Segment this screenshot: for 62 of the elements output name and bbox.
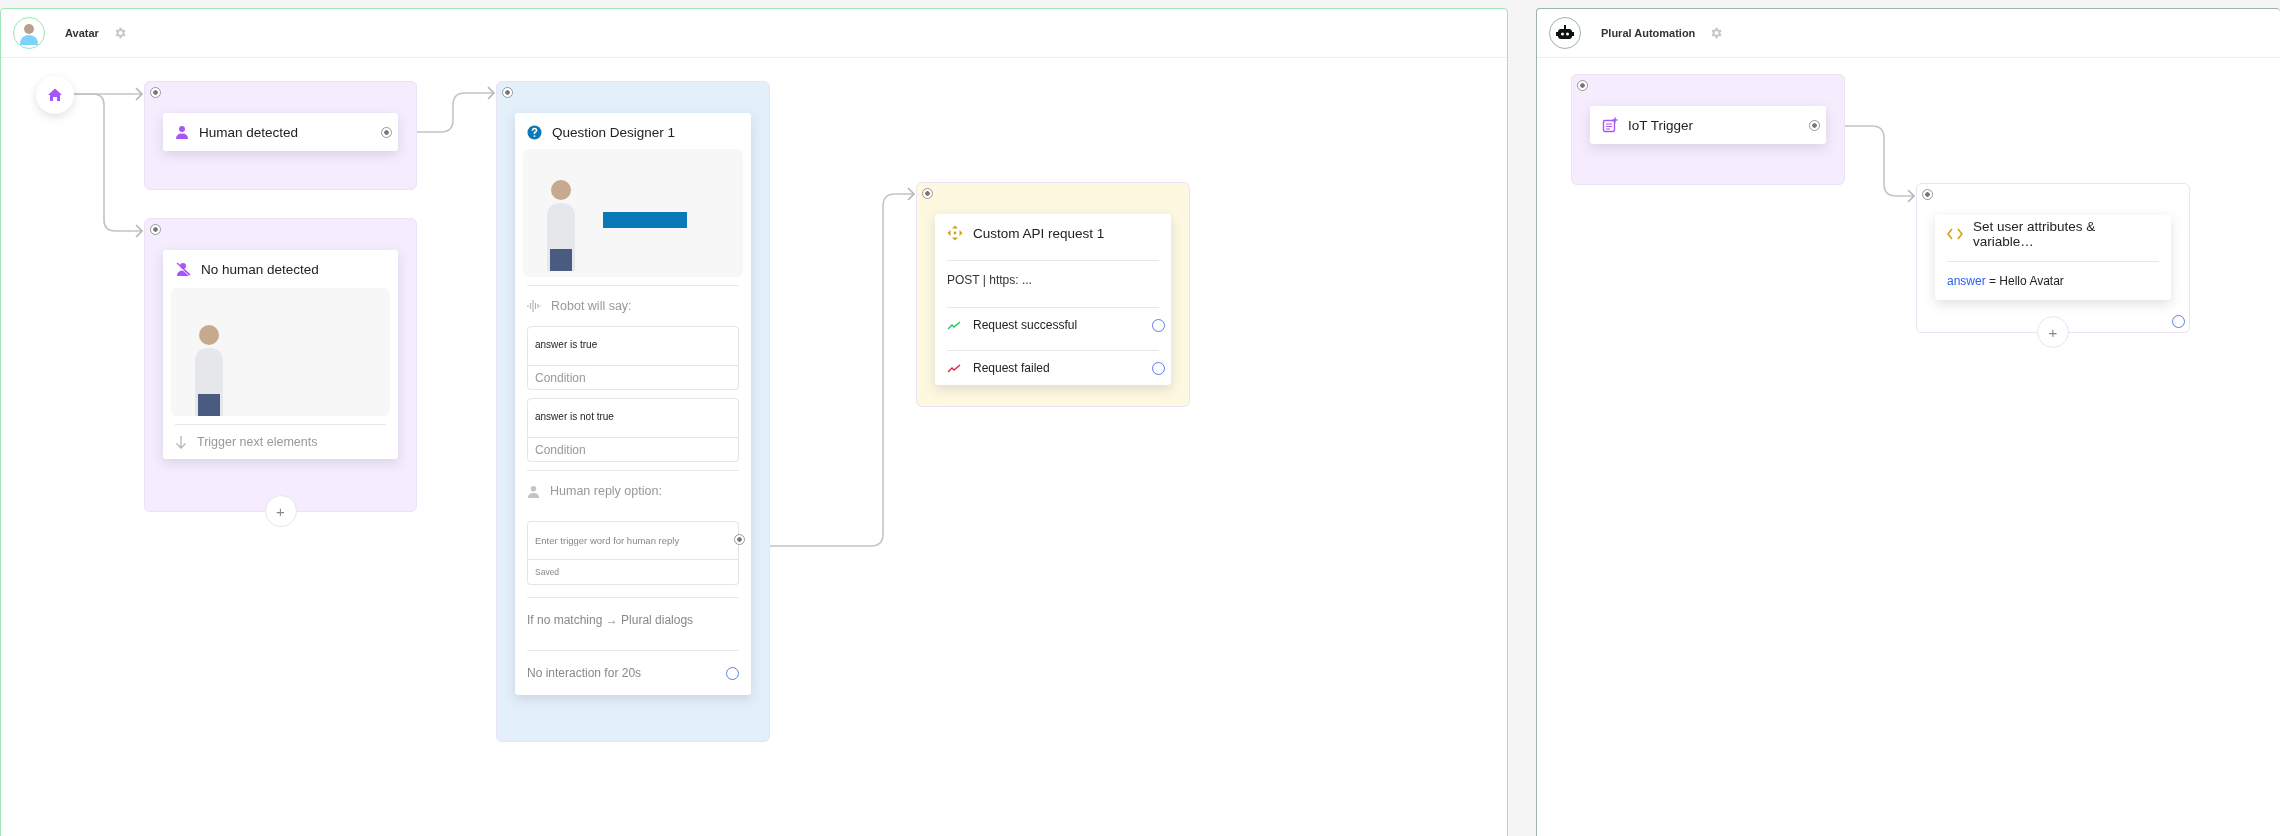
section-label: Robot will say: <box>551 299 632 313</box>
person-icon <box>527 484 540 498</box>
node-card[interactable] <box>515 113 751 695</box>
node-card[interactable]: IoT Trigger <box>1590 106 1826 144</box>
input-port-icon[interactable] <box>1922 189 1933 200</box>
node-title: No human detected <box>201 261 319 277</box>
output-port-icon[interactable] <box>1809 119 1820 131</box>
output-port-icon[interactable] <box>734 534 745 545</box>
start-button[interactable] <box>36 76 74 114</box>
timeout-text: No interaction for 20s <box>527 665 642 682</box>
fallback-text: If no matching → Plural dialogs <box>527 612 695 629</box>
input-port-icon[interactable] <box>150 224 161 235</box>
request-text: POST | https: ... <box>947 272 1033 289</box>
outcome-label: Request successful <box>973 318 1078 332</box>
save-status: Saved <box>527 560 739 585</box>
input-port-icon[interactable] <box>150 87 161 98</box>
node-card[interactable]: Set user attributes & variable… answer = Hello Avatar <box>1935 215 2171 300</box>
output-port-icon[interactable] <box>1152 318 1165 332</box>
arrow-head-icon <box>135 87 144 101</box>
person-off-icon <box>175 261 191 277</box>
output-port-icon[interactable] <box>726 666 739 680</box>
input-port-icon[interactable] <box>922 188 933 199</box>
arrow-head-icon <box>135 224 144 238</box>
node-title: Set user attributes & variable… <box>1972 219 2097 249</box>
help-icon <box>527 124 542 140</box>
condition-field[interactable]: Condition <box>527 438 739 462</box>
person-icon <box>175 125 189 139</box>
output-port-icon[interactable] <box>381 126 392 138</box>
outcome-label: Request failed <box>973 361 1050 375</box>
arrow-head-icon <box>1907 189 1916 203</box>
node-title: Question Designer 1 <box>552 124 676 140</box>
arrow-head-icon <box>907 187 916 201</box>
add-button[interactable]: + <box>264 495 297 527</box>
arrow-down-icon <box>175 435 187 449</box>
node-title: Custom API request 1 <box>973 225 1105 241</box>
trigger-word-field[interactable]: Enter trigger word for human reply <box>527 521 739 560</box>
arrow-head-icon <box>487 86 496 100</box>
node-title: Human detected <box>199 124 299 140</box>
robot-icon <box>1549 17 1581 49</box>
panel-title: Plural Automation <box>1601 27 1696 39</box>
node-title: IoT Trigger <box>1628 117 1694 133</box>
message-text: answer is true <box>527 326 739 366</box>
node-card[interactable]: Custom API request 1 POST | https: ... Request successful Request failed <box>935 214 1171 385</box>
add-button[interactable]: + <box>2037 316 2069 348</box>
panel-title: Avatar <box>65 27 99 39</box>
message-text: answer is not true <box>527 398 739 438</box>
home-icon <box>47 87 63 103</box>
output-port-icon[interactable] <box>2172 315 2185 328</box>
list-add-icon <box>1602 117 1618 133</box>
output-port-icon[interactable] <box>1152 361 1165 375</box>
code-icon <box>1947 228 1963 240</box>
node-card[interactable]: Human detected <box>163 113 398 151</box>
sound-wave-icon <box>527 299 541 313</box>
section-label: Human reply option: <box>550 484 662 498</box>
input-port-icon[interactable] <box>502 87 513 98</box>
node-card[interactable]: No human detected Trigger next elements <box>163 250 398 459</box>
input-port-icon[interactable] <box>1577 80 1588 91</box>
footer-text: Trigger next elements <box>197 435 318 449</box>
condition-field[interactable]: Condition <box>527 366 739 390</box>
move-arrows-icon <box>947 225 963 241</box>
assignment-text: answer = Hello Avatar <box>1947 273 2065 290</box>
avatar-icon <box>13 17 45 49</box>
